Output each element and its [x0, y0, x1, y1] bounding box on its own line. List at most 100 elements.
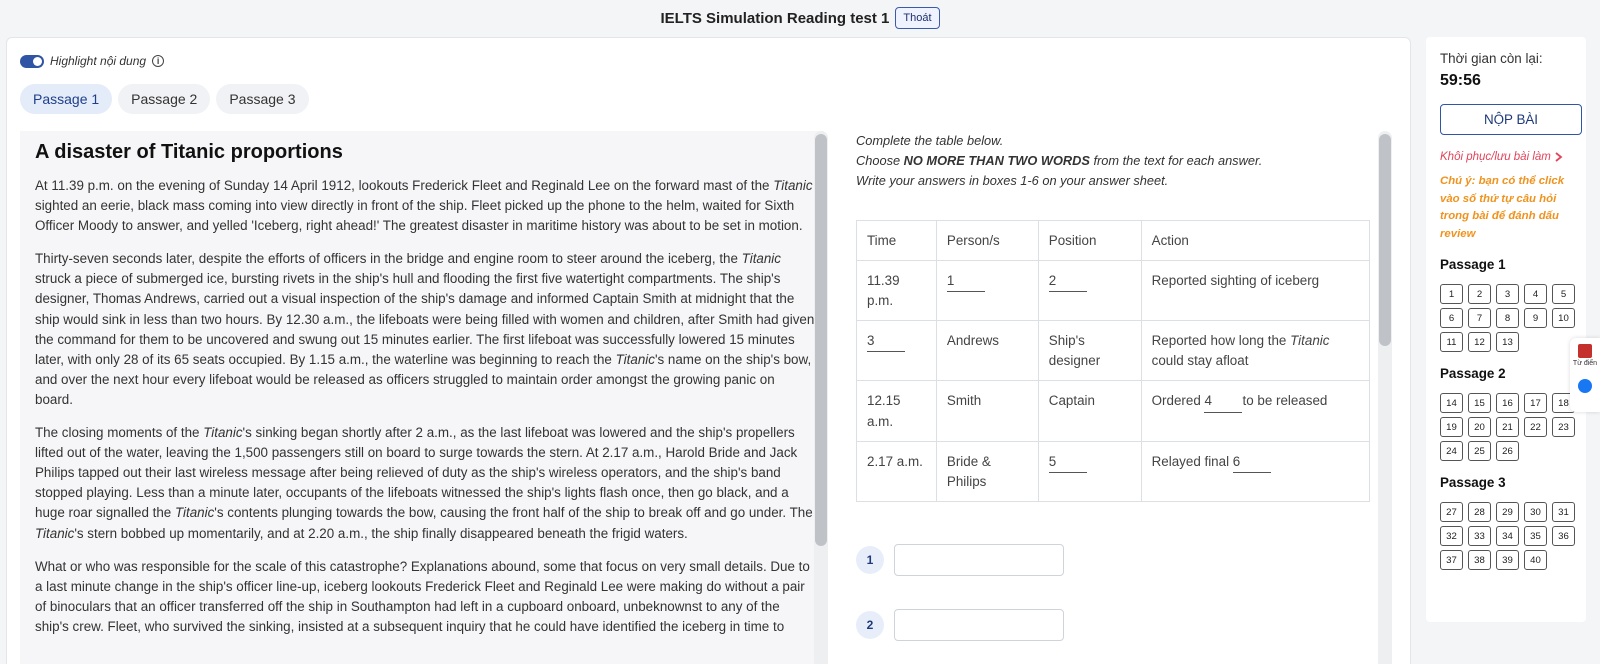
- passage-paragraph: At 11.39 p.m. on the evening of Sunday 1…: [35, 178, 813, 234]
- exit-button[interactable]: Thoát: [895, 7, 940, 29]
- question-nav-button[interactable]: 20: [1468, 417, 1491, 438]
- table-cell: Ship's designer: [1037, 320, 1142, 382]
- passage-paragraph: Thirty-seven seconds later, despite the …: [35, 251, 815, 407]
- table-cell: Reported how long the Titanic could stay…: [1140, 320, 1371, 382]
- tab-passage-2[interactable]: Passage 2: [118, 84, 211, 114]
- question-nav-button[interactable]: 2: [1468, 284, 1491, 305]
- top-bar: IELTS Simulation Reading test 1 Thoát: [0, 0, 1600, 36]
- table-cell: Andrews: [935, 320, 1039, 382]
- table-cell: 1: [935, 260, 1039, 322]
- question-nav-button[interactable]: 4: [1524, 284, 1547, 305]
- question-nav-button[interactable]: 1: [1440, 284, 1463, 305]
- question-nav-button[interactable]: 13: [1496, 332, 1519, 353]
- dictionary-label: Từ điển: [1572, 360, 1598, 367]
- table-row: 3 Andrews Ship's designer Reported how long…: [856, 320, 1371, 382]
- question-nav-button[interactable]: 35: [1524, 526, 1547, 547]
- table-row: 12.15 a.m. Smith Captain Ordered 4 to be rel…: [856, 380, 1371, 442]
- highlight-toggle[interactable]: [20, 54, 44, 68]
- question-nav-button[interactable]: 28: [1468, 502, 1491, 523]
- highlight-label: Highlight nội dung: [50, 54, 147, 68]
- question-nav-button[interactable]: 39: [1496, 550, 1519, 571]
- table-cell: Smith: [935, 380, 1039, 442]
- question-nav-button[interactable]: 37: [1440, 550, 1463, 571]
- question-nav-button[interactable]: 38: [1468, 550, 1491, 571]
- question-nav-button[interactable]: 22: [1524, 417, 1547, 438]
- question-nav-button[interactable]: 12: [1468, 332, 1491, 353]
- question-nav-button[interactable]: 30: [1524, 502, 1547, 523]
- question-nav-button[interactable]: 6: [1440, 308, 1463, 329]
- question-nav-button[interactable]: 24: [1440, 441, 1463, 462]
- table-header-cell: Person/s: [935, 219, 1039, 262]
- question-nav-button[interactable]: 3: [1496, 284, 1519, 305]
- question-nav-button[interactable]: 23: [1552, 417, 1575, 438]
- table-cell: 3: [856, 320, 937, 382]
- question-grid: 27 28 29 30 31 32 33 34 35 36 37 38 39 40: [1440, 502, 1580, 571]
- table-cell: Bride & Philips: [935, 440, 1039, 502]
- passage-body: At 11.39 p.m. on the evening of Sunday 1…: [35, 176, 815, 637]
- question-nav-button[interactable]: 8: [1496, 308, 1519, 329]
- question-nav-button[interactable]: 7: [1468, 308, 1491, 329]
- question-nav-button[interactable]: 40: [1524, 550, 1547, 571]
- submit-button[interactable]: NỘP BÀI: [1440, 104, 1582, 135]
- question-nav-button[interactable]: 17: [1524, 393, 1547, 414]
- passage-paragraph: The closing moments of the Titanic's sin…: [35, 425, 813, 541]
- dictionary-icon[interactable]: [1578, 344, 1592, 358]
- passage-paragraph: What or who was responsible for the scal…: [35, 558, 810, 634]
- answer-input-1[interactable]: [894, 544, 1064, 576]
- question-nav-button[interactable]: 34: [1496, 526, 1519, 547]
- questions-scrollbar[interactable]: [1379, 134, 1391, 346]
- table-cell: Ordered 4 to be released: [1140, 380, 1371, 442]
- table-cell: 2: [1037, 260, 1142, 322]
- messenger-icon[interactable]: [1578, 379, 1592, 393]
- instruction-line: Complete the table below.: [856, 133, 1004, 148]
- info-icon[interactable]: i: [152, 55, 165, 67]
- passage-group-title: Passage 3: [1440, 475, 1506, 491]
- question-nav-button[interactable]: 19: [1440, 417, 1463, 438]
- question-grid: 1 2 3 4 5 6 7 8 9 10 11 12 13: [1440, 284, 1580, 353]
- table-cell: 5: [1037, 440, 1142, 502]
- table-row: 2.17 a.m. Bride & Philips 5 Relayed final 6: [856, 440, 1371, 502]
- table-header-row: Time Person/s Position Action: [856, 219, 1371, 262]
- tab-passage-1[interactable]: Passage 1: [20, 84, 113, 114]
- question-nav-button[interactable]: 11: [1440, 332, 1463, 353]
- review-note: Chú ý: bạn có thể click vào số thứ tự câ…: [1440, 175, 1565, 240]
- question-nav-button[interactable]: 9: [1524, 308, 1547, 329]
- page-title: IELTS Simulation Reading test 1: [660, 9, 890, 27]
- restore-link[interactable]: Khôi phục/lưu bài làm: [1440, 151, 1572, 163]
- chevron-right-icon: [1555, 152, 1563, 162]
- passage-group-title: Passage 1: [1440, 257, 1506, 273]
- question-nav-button[interactable]: 16: [1496, 393, 1519, 414]
- table-row: 11.39 p.m. 1 2 Reported sighting of iceberg: [856, 260, 1371, 322]
- question-nav-button[interactable]: 33: [1468, 526, 1491, 547]
- question-nav-button[interactable]: 32: [1440, 526, 1463, 547]
- question-nav-button[interactable]: 36: [1552, 526, 1575, 547]
- passage-tabs: Passage 1 Passage 2 Passage 3: [20, 84, 309, 114]
- question-nav-button[interactable]: 27: [1440, 502, 1463, 523]
- question-nav-button[interactable]: 21: [1496, 417, 1519, 438]
- instruction-line: Write your answers in boxes 1-6 on your …: [856, 173, 1169, 188]
- table-header-cell: Action: [1140, 219, 1371, 262]
- table-cell: 12.15 a.m.: [856, 380, 937, 442]
- table-cell: Reported sighting of iceberg: [1140, 260, 1371, 322]
- passage-panel: A disaster of Titanic proportions At 11.…: [20, 131, 824, 664]
- question-nav-button[interactable]: 15: [1468, 393, 1491, 414]
- time-remaining-label: Thời gian còn lại:: [1440, 51, 1543, 66]
- question-nav-button[interactable]: 10: [1552, 308, 1575, 329]
- question-nav-button[interactable]: 14: [1440, 393, 1463, 414]
- question-instructions: Complete the table below. Choose NO MORE …: [856, 131, 1376, 191]
- table-cell: Captain: [1037, 380, 1142, 442]
- table-cell: 11.39 p.m.: [856, 260, 937, 322]
- passage-scrollbar[interactable]: [815, 134, 827, 546]
- question-nav-button[interactable]: 31: [1552, 502, 1575, 523]
- table-cell: 2.17 a.m.: [856, 440, 937, 502]
- main-panel: Highlight nội dung i Passage 1 Passage 2P…: [6, 37, 1411, 664]
- answer-input-2[interactable]: [894, 609, 1064, 641]
- tab-passage-3[interactable]: Passage 3: [216, 84, 309, 114]
- answer-row: 2: [856, 609, 1064, 641]
- passage-title: A disaster of Titanic proportions: [35, 141, 343, 163]
- question-nav-button[interactable]: 25: [1468, 441, 1491, 462]
- question-grid: 14 15 16 17 18 19 20 21 22 23 24 25 26: [1440, 393, 1580, 462]
- question-nav-button[interactable]: 5: [1552, 284, 1575, 305]
- question-nav-button[interactable]: 26: [1496, 441, 1519, 462]
- question-nav-button[interactable]: 29: [1496, 502, 1519, 523]
